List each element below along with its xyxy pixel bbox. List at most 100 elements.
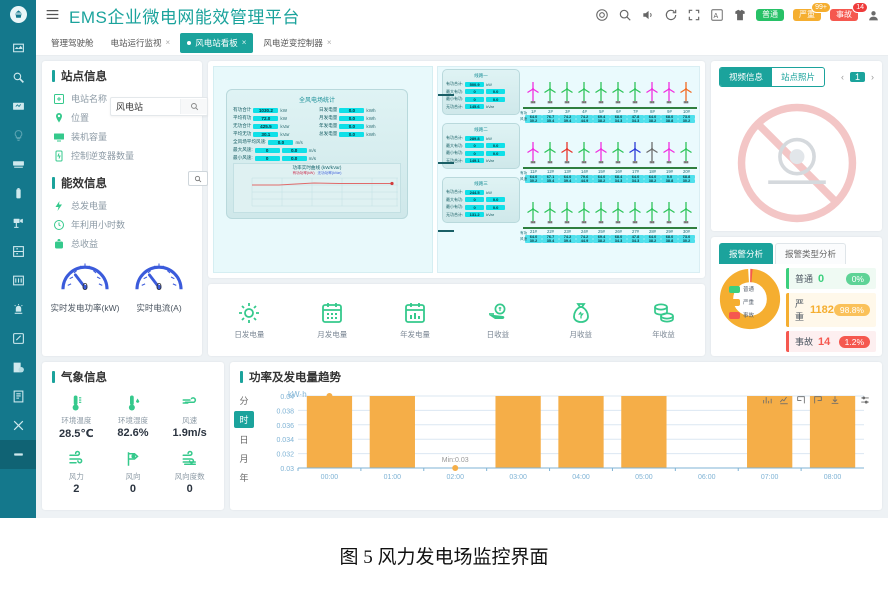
turbine-2[interactable] xyxy=(542,81,559,107)
lifebuoy-icon[interactable] xyxy=(595,8,609,22)
turbine-wind-speed: 34.3 xyxy=(627,239,644,243)
tab-alarm-type-analysis[interactable]: 报警类型分析 xyxy=(775,243,846,264)
turbine-5[interactable] xyxy=(593,81,610,107)
granularity-year[interactable]: 年 xyxy=(234,469,254,486)
search-icon[interactable] xyxy=(618,8,632,22)
turbine-24[interactable] xyxy=(576,201,593,227)
station-search-box[interactable] xyxy=(110,97,208,116)
pager-prev[interactable]: ‹ xyxy=(841,72,844,82)
tab-wind-dashboard[interactable]: 风电站看板× xyxy=(180,33,253,53)
download-icon[interactable] xyxy=(830,392,840,410)
sidebar-item-monitor-icon[interactable] xyxy=(0,34,36,63)
search-input[interactable] xyxy=(111,101,178,113)
turbine-30[interactable] xyxy=(678,201,695,227)
turbine-25[interactable] xyxy=(593,201,610,227)
turbine-16[interactable] xyxy=(610,141,627,167)
turbine-26[interactable] xyxy=(610,201,627,227)
turbine-17[interactable] xyxy=(627,141,644,167)
turbine-10[interactable] xyxy=(678,81,695,107)
settings-icon[interactable] xyxy=(860,392,870,410)
turbine-15[interactable] xyxy=(593,141,610,167)
granularity-day[interactable]: 日 xyxy=(234,431,254,448)
pager-page[interactable]: 1 xyxy=(850,72,865,82)
alarm-row-normal[interactable]: 普通 0 0% xyxy=(786,268,876,289)
granularity-month[interactable]: 月 xyxy=(234,450,254,467)
turbine-4[interactable] xyxy=(576,81,593,107)
turbine-9[interactable] xyxy=(661,81,678,107)
metric-daily-generation[interactable]: 日发电量 xyxy=(218,300,280,340)
search-button[interactable] xyxy=(180,99,207,114)
inverter-search-button[interactable] xyxy=(188,171,208,186)
status-badge-fault[interactable]: 事故14 xyxy=(830,9,858,22)
pager-next[interactable]: › xyxy=(871,72,874,82)
status-badge-severe[interactable]: 严重99+ xyxy=(793,9,821,22)
turbine-27[interactable] xyxy=(627,201,644,227)
hamburger-icon[interactable] xyxy=(46,9,59,22)
metric-yearly-income[interactable]: 年收益 xyxy=(633,300,695,340)
turbine-3[interactable] xyxy=(559,81,576,107)
turbine-29[interactable] xyxy=(661,201,678,227)
alarm-row-severe[interactable]: 严重 1182 98.8% xyxy=(786,293,876,327)
turbine-20[interactable] xyxy=(678,141,695,167)
turbine-22[interactable] xyxy=(542,201,559,227)
turbine-wind-speed: 39.4 xyxy=(559,239,576,243)
theme-shirt-icon[interactable] xyxy=(733,8,747,22)
close-icon[interactable]: × xyxy=(242,38,247,47)
sidebar xyxy=(0,0,36,518)
refresh-icon[interactable] xyxy=(813,392,823,410)
tab-station-monitor[interactable]: 电站运行监视× xyxy=(104,33,178,53)
sidebar-item-collapse-icon[interactable] xyxy=(0,440,36,469)
turbine-7[interactable] xyxy=(627,81,644,107)
turbine-12[interactable] xyxy=(542,141,559,167)
tab-cockpit[interactable]: 管理驾驶舱 xyxy=(44,33,101,53)
turbine-23[interactable] xyxy=(559,201,576,227)
sidebar-item-meter-icon[interactable] xyxy=(0,266,36,295)
sidebar-item-alarm-icon[interactable] xyxy=(0,295,36,324)
sidebar-item-document-icon[interactable] xyxy=(0,382,36,411)
turbine-1[interactable] xyxy=(525,81,542,107)
turbine-cell: 17# 64.0 34.3 xyxy=(627,169,644,184)
metric-monthly-income[interactable]: 月收益 xyxy=(550,300,612,340)
sidebar-item-server-icon[interactable] xyxy=(0,150,36,179)
sidebar-item-inspect-icon[interactable] xyxy=(0,63,36,92)
turbine-8[interactable] xyxy=(644,81,661,107)
bar-chart-icon[interactable] xyxy=(762,392,772,410)
line-chart-icon[interactable] xyxy=(779,392,789,410)
sidebar-item-screen-icon[interactable] xyxy=(0,92,36,121)
sidebar-item-battery-icon[interactable] xyxy=(0,179,36,208)
close-icon[interactable]: × xyxy=(327,38,332,47)
sound-icon[interactable] xyxy=(641,8,655,22)
sidebar-item-edit-icon[interactable] xyxy=(0,324,36,353)
tab-wind-inverter[interactable]: 风电逆变控制器× xyxy=(256,33,338,53)
turbine-19[interactable] xyxy=(661,141,678,167)
sidebar-item-camera-icon[interactable] xyxy=(0,208,36,237)
turbine-14[interactable] xyxy=(576,141,593,167)
granularity-hour[interactable]: 时 xyxy=(234,411,254,428)
close-icon[interactable]: × xyxy=(166,38,171,47)
tab-alarm-analysis[interactable]: 报警分析 xyxy=(719,243,773,264)
alarm-row-fault[interactable]: 事故 14 1.2% xyxy=(786,331,876,352)
language-icon[interactable]: A xyxy=(710,8,724,22)
segment-site-photo[interactable]: 站点照片 xyxy=(772,68,824,86)
granularity-minute[interactable]: 分 xyxy=(234,392,254,409)
metric-monthly-generation[interactable]: 月发电量 xyxy=(301,300,363,340)
status-badge-normal[interactable]: 普通 xyxy=(756,9,784,22)
turbine-18[interactable] xyxy=(644,141,661,167)
turbine-28[interactable] xyxy=(644,201,661,227)
turbine-6[interactable] xyxy=(610,81,627,107)
segment-video-info[interactable]: 视频信息 xyxy=(720,68,772,86)
turbine-13[interactable] xyxy=(559,141,576,167)
sidebar-item-bulb-icon[interactable] xyxy=(0,121,36,150)
metric-yearly-generation[interactable]: 年发电量 xyxy=(384,300,446,340)
turbine-11[interactable] xyxy=(525,141,542,167)
sidebar-item-tools-icon[interactable] xyxy=(0,411,36,440)
turbine-21[interactable] xyxy=(525,201,542,227)
turbine-wind-speed: 30.2 xyxy=(525,179,542,183)
avatar[interactable] xyxy=(867,9,880,22)
refresh-icon[interactable] xyxy=(664,8,678,22)
fullscreen-icon[interactable] xyxy=(687,8,701,22)
metric-daily-income[interactable]: 日收益 xyxy=(467,300,529,340)
sidebar-item-cabinet-icon[interactable] xyxy=(0,237,36,266)
sidebar-item-report-icon[interactable] xyxy=(0,353,36,382)
restore-icon[interactable] xyxy=(796,392,806,410)
